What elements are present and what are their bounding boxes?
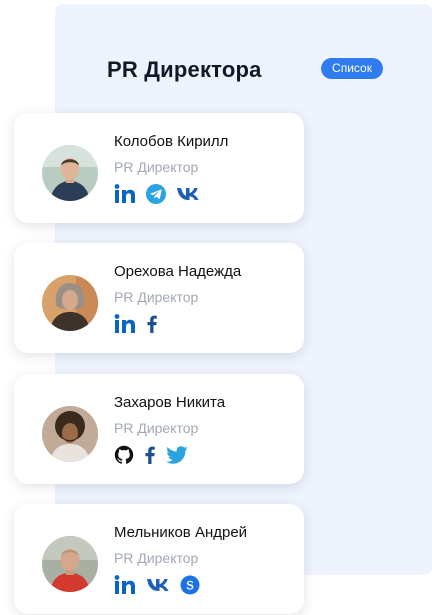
list-badge-button[interactable]: Список xyxy=(321,58,383,79)
facebook-icon[interactable] xyxy=(146,313,158,335)
person-card[interactable]: Мельников Андрей PR Директор xyxy=(14,504,304,614)
person-role: PR Директор xyxy=(114,550,199,566)
person-name: Колобов Кирилл xyxy=(114,133,229,150)
facebook-icon[interactable] xyxy=(144,444,156,466)
avatar xyxy=(42,406,98,462)
social-links xyxy=(114,574,200,596)
person-name: Захаров Никита xyxy=(114,394,226,411)
vk-icon[interactable] xyxy=(176,183,200,205)
social-links xyxy=(114,313,158,335)
linkedin-icon[interactable] xyxy=(114,313,136,335)
person-card[interactable]: Захаров Никита PR Директор xyxy=(14,374,304,484)
telegram-icon[interactable] xyxy=(146,183,166,205)
twitter-icon[interactable] xyxy=(166,444,188,466)
github-icon[interactable] xyxy=(114,444,134,466)
avatar xyxy=(42,536,98,592)
person-role: PR Директор xyxy=(114,420,199,436)
person-name: Орехова Надежда xyxy=(114,263,242,280)
person-card[interactable]: Колобов Кирилл PR Директор xyxy=(14,113,304,223)
social-links xyxy=(114,444,188,466)
linkedin-icon[interactable] xyxy=(114,574,136,596)
person-role: PR Директор xyxy=(114,159,199,175)
vk-icon[interactable] xyxy=(146,574,170,596)
person-card[interactable]: Орехова Надежда PR Директор xyxy=(14,243,304,353)
person-role: PR Директор xyxy=(114,289,199,305)
avatar xyxy=(42,275,98,331)
page-title: PR Директора xyxy=(107,57,262,82)
social-links xyxy=(114,183,200,205)
avatar xyxy=(42,145,98,201)
linkedin-icon[interactable] xyxy=(114,183,136,205)
skype-icon[interactable] xyxy=(180,574,200,596)
person-name: Мельников Андрей xyxy=(114,524,248,541)
